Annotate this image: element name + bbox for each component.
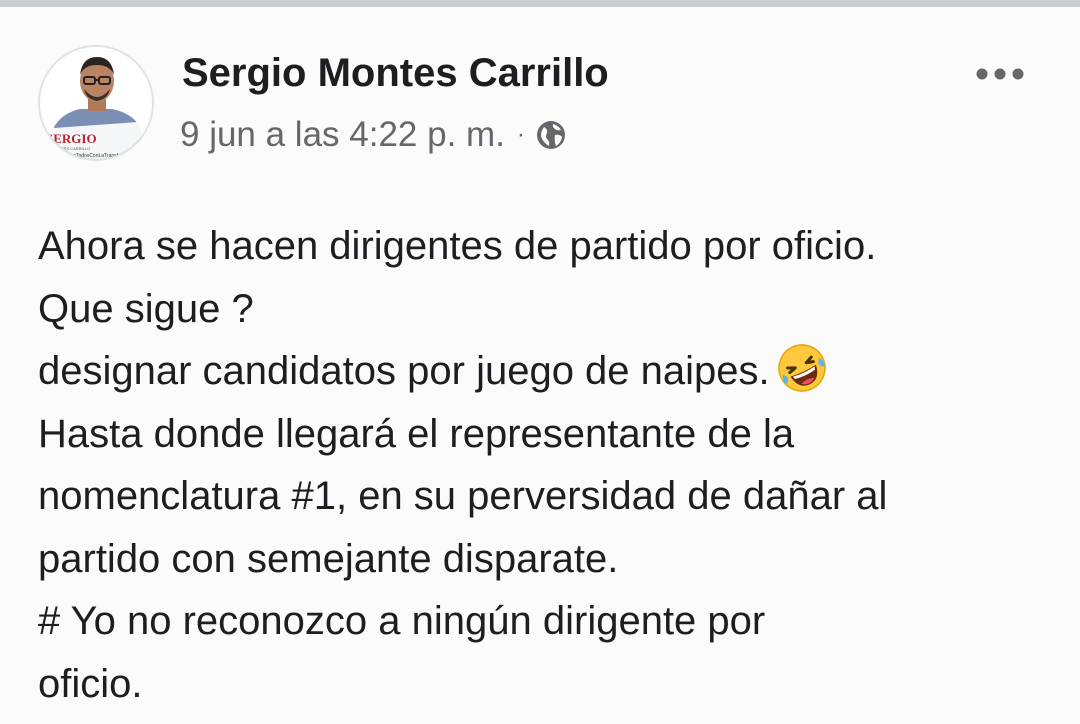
author-avatar[interactable]: SERGIO MONTES CARRILLO #VamosTodosConLaT…: [38, 45, 154, 161]
post-text-line: oficio.: [38, 661, 143, 706]
globe-icon[interactable]: [535, 119, 567, 151]
post-text-line: Ahora se hacen dirigentes de partido por…: [38, 224, 877, 268]
rolling-on-floor-laughing-emoji-icon: [777, 344, 826, 392]
avatar-brand-text: SERGIO: [46, 131, 97, 146]
post-timestamp[interactable]: 9 jun a las 4:22 p. m.: [180, 115, 505, 155]
post-text-line: # Yo no reconozco a ningún dirigente por: [38, 599, 766, 643]
post-text-line-with-emoji: designar candidatos por juego de naipes.: [38, 340, 1058, 403]
more-options-button[interactable]: [968, 57, 1032, 91]
post-text-line: partido con semejante disparate.: [38, 536, 619, 581]
post-text-line: nomenclatura #1, en su perversidad de da…: [38, 474, 888, 518]
post-text-line: Que sigue ?: [38, 286, 254, 331]
avatar-sub-text: MONTES CARRILLO: [52, 146, 90, 151]
avatar-image: SERGIO MONTES CARRILLO #VamosTodosConLaT…: [40, 47, 152, 159]
post-body: Ahora se hacen dirigentes de partido por…: [38, 215, 1058, 715]
meta-separator: ·: [516, 121, 525, 148]
author-name[interactable]: Sergio Montes Carrillo: [182, 51, 609, 96]
post-text-line: designar candidatos por juego de naipes.: [38, 349, 770, 393]
post-meta: 9 jun a las 4:22 p. m. ·: [180, 113, 567, 157]
post-text-line: Hasta donde llegará el representante de …: [38, 411, 795, 456]
facebook-post: SERGIO MONTES CARRILLO #VamosTodosConLaT…: [0, 7, 1080, 724]
more-options-icon: [976, 68, 1024, 80]
avatar-slogan-text: #VamosTodosConLaTransformación: [58, 153, 139, 159]
top-divider-strip: [0, 0, 1080, 7]
